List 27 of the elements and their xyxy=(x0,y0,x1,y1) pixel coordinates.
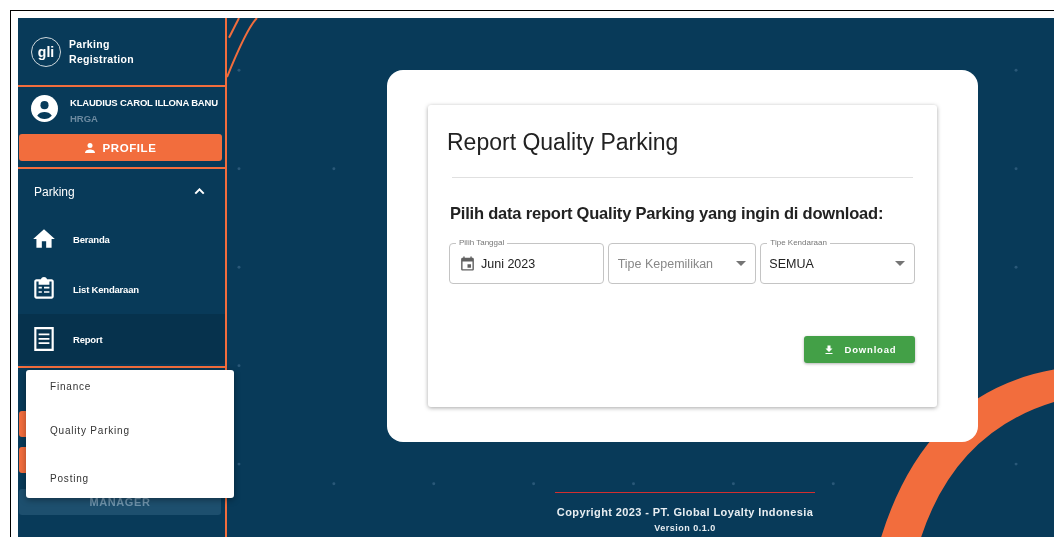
field-value: Juni 2023 xyxy=(481,256,536,271)
instruction-text: Pilih data report Quality Parking yang ingin di download: xyxy=(450,204,885,223)
nav-item[interactable]: List Kendaraan xyxy=(18,264,225,314)
caret-icon xyxy=(895,261,905,266)
field-label: Pilih Tanggal xyxy=(456,238,508,248)
person-icon xyxy=(84,141,97,154)
field-placeholder: Tipe Kepemilikan xyxy=(617,256,714,271)
app-name: Parking Registration xyxy=(69,36,135,67)
select-field[interactable]: Tipe Kepemilikan xyxy=(607,243,757,284)
field-value: SEMUA xyxy=(769,256,814,271)
nav-item[interactable]: Beranda xyxy=(18,214,225,264)
user-name: KLAUDIUS CAROL ILLONA BANU xyxy=(70,97,218,108)
menu-item[interactable]: Finance xyxy=(26,380,234,394)
caret-icon xyxy=(736,261,747,266)
clipboard-list-icon xyxy=(31,276,57,302)
calendar-icon xyxy=(459,255,476,272)
report-title: Report Quality Parking xyxy=(447,128,680,157)
section-header[interactable]: Parking xyxy=(18,169,225,214)
nav-item[interactable]: Report xyxy=(18,314,225,364)
copyright-text: Copyright 2023 - PT. Global Loyalty Indonesia xyxy=(556,506,814,518)
field-label: Tipe Kendaraan xyxy=(767,238,830,248)
receipt-icon xyxy=(31,326,57,352)
version-text: Version 0.1.0 xyxy=(654,523,716,533)
menu-item[interactable]: Quality Parking xyxy=(26,424,234,438)
menu-item[interactable]: Posting xyxy=(26,472,234,486)
user-role: HRGA xyxy=(70,113,99,124)
user-avatar-icon xyxy=(31,95,58,122)
